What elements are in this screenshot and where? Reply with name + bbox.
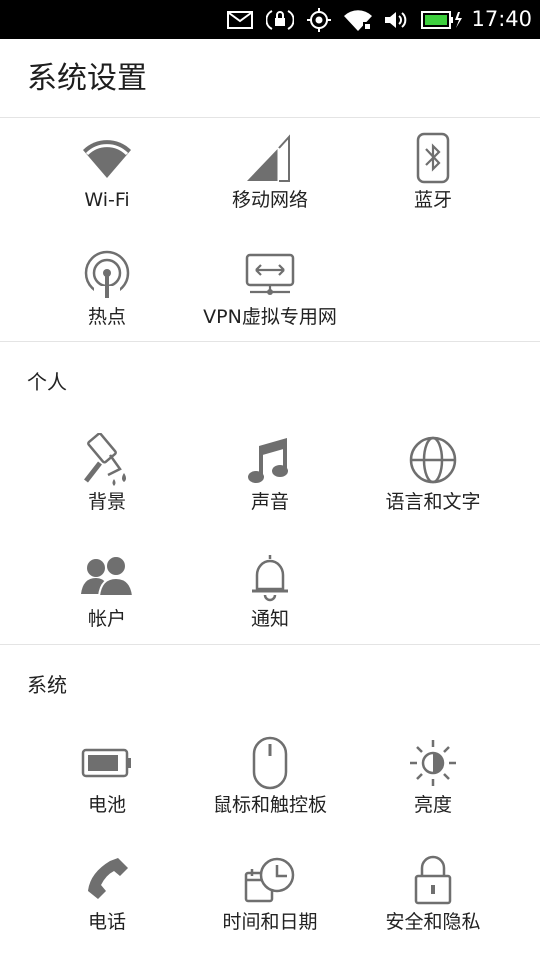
wifi-icon — [342, 0, 374, 39]
bluetooth-label: 蓝牙 — [413, 189, 452, 211]
date-time-label: 时间和日期 — [222, 911, 318, 933]
phone-icon — [77, 852, 137, 908]
hotspot-icon — [77, 247, 137, 303]
wifi-label: Wi-Fi — [84, 189, 130, 211]
hotspot-label: 热点 — [87, 306, 126, 328]
paint-roller-icon — [77, 432, 137, 488]
notifications-tile[interactable]: 通知 — [180, 549, 360, 659]
mouse-touchpad-tile[interactable]: 鼠标和触控板 — [180, 735, 360, 845]
page-title: 系统设置 — [27, 61, 147, 96]
music-note-icon — [240, 432, 300, 488]
location-icon — [305, 0, 333, 39]
mouse-touchpad-label: 鼠标和触控板 — [212, 794, 327, 816]
system-divider — [0, 644, 540, 645]
brightness-label: 亮度 — [413, 794, 452, 816]
mouse-icon — [240, 735, 300, 791]
bell-icon — [240, 549, 300, 605]
header-divider — [0, 117, 540, 118]
battery-tile[interactable]: 电池 — [17, 735, 197, 845]
alarm-icon — [265, 0, 295, 39]
battery-icon — [77, 735, 137, 791]
language-tile[interactable]: 语言和文字 — [343, 432, 523, 542]
language-label: 语言和文字 — [385, 491, 481, 513]
clock-time: 17:40 — [471, 7, 532, 31]
bluetooth-icon — [403, 130, 463, 186]
accounts-icon — [77, 549, 137, 605]
cellular-signal-icon — [240, 130, 300, 186]
phone-tile[interactable]: 电话 — [17, 852, 197, 962]
notifications-label: 通知 — [250, 608, 289, 630]
wallpaper-label: 背景 — [87, 491, 126, 513]
lock-icon — [403, 852, 463, 908]
bluetooth-tile[interactable]: 蓝牙 — [343, 130, 523, 240]
section-label-system: 系统 — [27, 673, 67, 697]
security-privacy-tile[interactable]: 安全和隐私 — [343, 852, 523, 962]
sound-label: 声音 — [250, 491, 289, 513]
sound-tile[interactable]: 声音 — [180, 432, 360, 542]
battery-charging-icon — [420, 0, 464, 39]
brightness-icon — [403, 735, 463, 791]
wifi-settings-tile[interactable]: Wi-Fi — [17, 130, 197, 240]
accounts-tile[interactable]: 帐户 — [17, 549, 197, 659]
mobile-network-tile[interactable]: 移动网络 — [180, 130, 360, 240]
clock-calendar-icon — [240, 852, 300, 908]
vpn-icon — [240, 247, 300, 303]
brightness-tile[interactable]: 亮度 — [343, 735, 523, 845]
mail-icon — [226, 0, 254, 39]
status-bar: 17:40 — [0, 0, 540, 39]
date-time-tile[interactable]: 时间和日期 — [180, 852, 360, 962]
volume-icon — [382, 0, 410, 39]
globe-icon — [403, 432, 463, 488]
wifi-icon — [77, 130, 137, 186]
phone-label: 电话 — [87, 911, 126, 933]
section-label-personal: 个人 — [27, 370, 67, 394]
battery-label: 电池 — [87, 794, 126, 816]
security-privacy-label: 安全和隐私 — [385, 911, 481, 933]
wallpaper-tile[interactable]: 背景 — [17, 432, 197, 542]
personal-divider — [0, 341, 540, 342]
accounts-label: 帐户 — [87, 608, 126, 630]
vpn-label: VPN虚拟专用网 — [203, 306, 337, 328]
mobile-network-label: 移动网络 — [231, 189, 308, 211]
